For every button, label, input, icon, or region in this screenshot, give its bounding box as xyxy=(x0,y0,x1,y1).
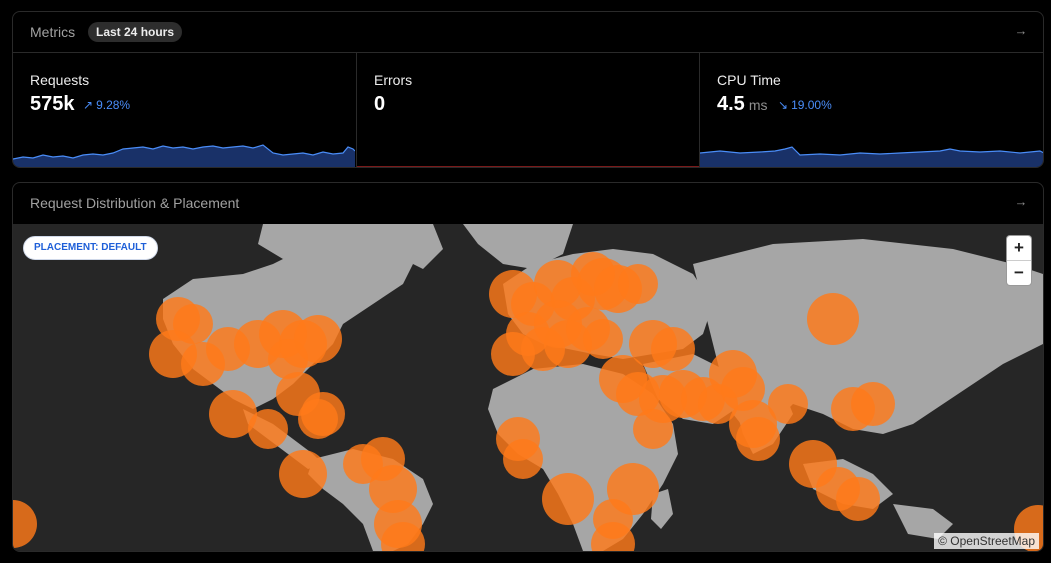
requests-sparkline xyxy=(13,133,355,167)
request-marker[interactable] xyxy=(13,500,37,548)
errors-value: 0 xyxy=(374,93,386,115)
request-marker[interactable] xyxy=(491,332,535,376)
metrics-header: Metrics Last 24 hours → xyxy=(13,12,1043,52)
request-marker[interactable] xyxy=(542,473,594,525)
cpu-time-card[interactable]: CPU Time 4.5 ms ↘ 19.00% xyxy=(699,53,1043,167)
distribution-panel: Request Distribution & Placement → PLACE… xyxy=(12,182,1044,552)
zoom-out-button[interactable]: − xyxy=(1007,260,1031,285)
cpu-time-unit: ms xyxy=(748,97,768,113)
request-marker[interactable] xyxy=(607,463,659,515)
cpu-time-value: 4.5 ms xyxy=(717,93,768,115)
errors-line xyxy=(357,166,699,167)
requests-value: 575k xyxy=(30,93,75,115)
trend-down-icon: ↘ xyxy=(778,98,789,112)
metrics-title: Metrics xyxy=(30,24,76,40)
request-marker[interactable] xyxy=(301,392,345,436)
request-marker[interactable] xyxy=(618,264,658,304)
request-marker[interactable] xyxy=(633,409,673,449)
time-range-badge[interactable]: Last 24 hours xyxy=(88,22,183,42)
cpu-time-trend: ↘ 19.00% xyxy=(778,98,832,112)
cpu-time-sparkline xyxy=(700,133,1043,167)
trend-up-icon: ↗ xyxy=(83,98,94,112)
request-marker[interactable] xyxy=(248,409,288,449)
request-marker[interactable] xyxy=(583,319,623,359)
requests-card[interactable]: Requests 575k ↗ 9.28% xyxy=(13,53,355,167)
request-marker[interactable] xyxy=(768,384,808,424)
placement-badge[interactable]: PLACEMENT: DEFAULT xyxy=(23,236,158,260)
errors-card[interactable]: Errors 0 xyxy=(356,53,699,167)
zoom-in-button[interactable]: + xyxy=(1007,236,1031,260)
distribution-header: Request Distribution & Placement → xyxy=(13,183,1043,223)
request-marker[interactable] xyxy=(836,477,880,521)
distribution-title: Request Distribution & Placement xyxy=(30,195,240,211)
request-marker[interactable] xyxy=(736,417,780,461)
requests-trend: ↗ 9.28% xyxy=(83,98,131,112)
request-marker[interactable] xyxy=(807,293,859,345)
arrow-right-icon[interactable]: → xyxy=(1013,23,1029,39)
map-canvas[interactable] xyxy=(13,224,1043,551)
request-marker[interactable] xyxy=(279,450,327,498)
zoom-controls: + − xyxy=(1007,236,1031,285)
requests-label: Requests xyxy=(30,72,90,88)
arrow-right-icon[interactable]: → xyxy=(1013,194,1029,210)
cpu-time-label: CPU Time xyxy=(717,72,781,88)
map-attribution[interactable]: © OpenStreetMap xyxy=(934,533,1039,549)
request-marker[interactable] xyxy=(851,382,895,426)
metric-cards: Requests 575k ↗ 9.28% Errors 0 CPU Time 4… xyxy=(13,52,1043,167)
request-marker[interactable] xyxy=(503,439,543,479)
request-marker[interactable] xyxy=(651,327,695,371)
metrics-panel: Metrics Last 24 hours → Requests 575k ↗ 9… xyxy=(12,11,1044,168)
world-map[interactable]: PLACEMENT: DEFAULT + − © OpenStreetMap xyxy=(13,224,1043,551)
errors-label: Errors xyxy=(374,72,413,88)
